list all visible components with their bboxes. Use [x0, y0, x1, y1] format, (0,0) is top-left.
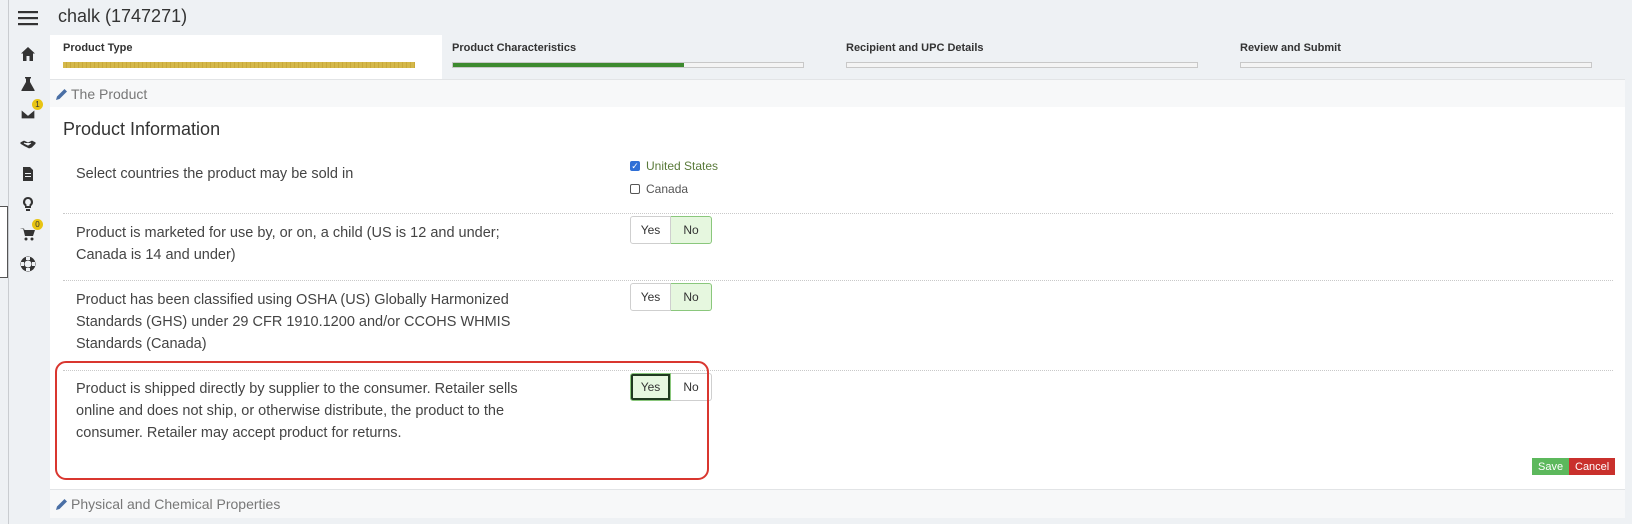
page-title: chalk (1747271)	[58, 6, 188, 26]
step-label: Product Characteristics	[452, 42, 577, 54]
product-information-panel: Product Information Select countries the…	[50, 107, 1625, 489]
panel-title: Product Information	[63, 119, 221, 139]
lightbulb-icon[interactable]	[19, 195, 37, 213]
question-text: Select countries the product may be sold…	[76, 166, 354, 182]
section-title: Physical and Chemical Properties	[71, 496, 281, 512]
step-label: Product Type	[63, 42, 133, 54]
yes-no-toggle-child: Yes No	[630, 216, 712, 244]
no-button[interactable]: No	[671, 216, 712, 244]
yes-button[interactable]: Yes	[630, 373, 671, 401]
question-text: Product is marketed for use by, or on, a…	[76, 225, 500, 263]
section-physical-chemical[interactable]: Physical and Chemical Properties	[50, 489, 1625, 518]
cart-badge: 0	[32, 219, 43, 230]
mail-icon[interactable]: 1	[19, 99, 43, 123]
step-product-characteristics[interactable]: Product Characteristics	[452, 42, 804, 68]
document-icon[interactable]	[19, 165, 37, 183]
step-progress-bar	[452, 62, 804, 68]
section-the-product[interactable]: The Product	[50, 79, 1625, 108]
flask-icon[interactable]	[19, 75, 37, 93]
collapsed-panel-tab[interactable]	[0, 206, 8, 278]
pencil-icon	[56, 87, 68, 100]
question-text: Product is shipped directly by supplier …	[76, 381, 518, 441]
step-progress-fill	[63, 62, 415, 68]
handshake-icon[interactable]	[19, 135, 37, 153]
step-recipient-upc[interactable]: Recipient and UPC Details	[846, 42, 1198, 68]
lifebuoy-icon[interactable]	[19, 255, 37, 273]
step-review-submit[interactable]: Review and Submit	[1240, 42, 1592, 68]
country-option-canada[interactable]: Canada	[630, 182, 688, 196]
step-label: Recipient and UPC Details	[846, 42, 984, 54]
no-button[interactable]: No	[671, 373, 712, 401]
country-label: Canada	[646, 182, 689, 196]
cancel-button[interactable]: Cancel	[1569, 458, 1616, 475]
step-label: Review and Submit	[1240, 42, 1341, 54]
no-button[interactable]: No	[671, 283, 712, 311]
yes-no-toggle-ghs: Yes No	[630, 283, 712, 311]
question-row-countries: Select countries the product may be sold…	[63, 155, 1613, 214]
question-row-direct-ship: Product is shipped directly by supplier …	[63, 370, 1613, 480]
step-progress-bar	[846, 62, 1198, 68]
yes-no-toggle-direct-ship: Yes No	[630, 373, 712, 401]
pencil-icon	[56, 497, 68, 510]
country-label: United States	[646, 159, 719, 173]
icon-sidebar: 1 0	[8, 0, 47, 524]
step-product-type[interactable]: Product Type	[63, 42, 415, 68]
section-title: The Product	[71, 86, 148, 102]
question-row-child: Product is marketed for use by, or on, a…	[63, 213, 1613, 281]
cart-icon[interactable]: 0	[19, 219, 43, 243]
home-icon[interactable]	[19, 45, 37, 63]
yes-button[interactable]: Yes	[630, 283, 671, 311]
checkbox-unchecked[interactable]	[630, 184, 640, 194]
menu-icon[interactable]	[17, 9, 39, 27]
question-row-ghs: Product has been classified using OSHA (…	[63, 280, 1613, 371]
step-progress-bar	[63, 62, 415, 68]
save-button[interactable]: Save	[1532, 458, 1570, 475]
step-progress-bar	[1240, 62, 1592, 68]
yes-button[interactable]: Yes	[630, 216, 671, 244]
country-option-us[interactable]: ✓ United States	[630, 159, 718, 173]
checkbox-checked[interactable]: ✓	[630, 161, 640, 171]
mail-badge: 1	[32, 99, 43, 110]
step-progress-fill	[453, 63, 684, 67]
question-text: Product has been classified using OSHA (…	[76, 292, 511, 352]
